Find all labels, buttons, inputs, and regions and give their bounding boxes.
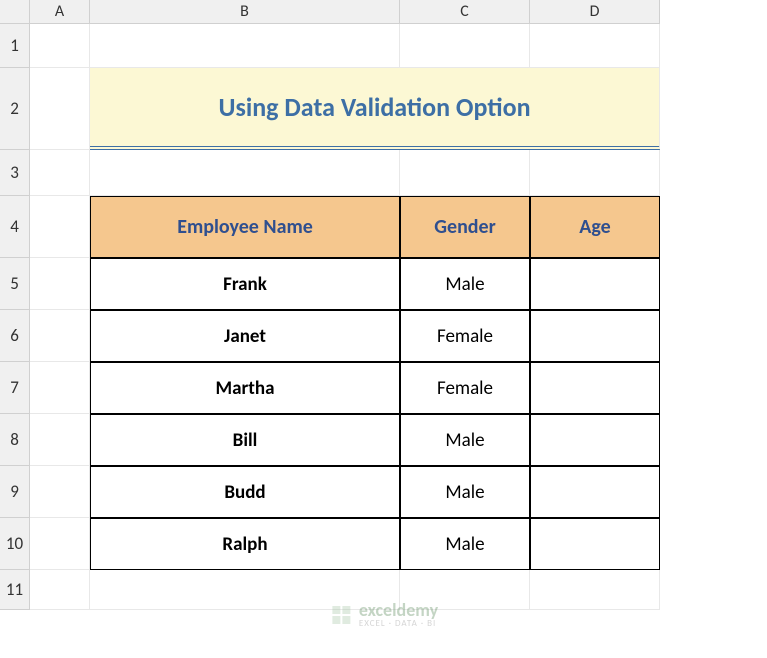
cell-a5[interactable] [30, 258, 90, 310]
row-header-6[interactable]: 6 [0, 310, 30, 362]
cell-d1[interactable] [530, 24, 660, 68]
cell-name-0[interactable]: Frank [90, 258, 400, 310]
cell-a8[interactable] [30, 414, 90, 466]
cell-name-2[interactable]: Martha [90, 362, 400, 414]
row-header-3[interactable]: 3 [0, 150, 30, 196]
cell-name-1[interactable]: Janet [90, 310, 400, 362]
cell-c1[interactable] [400, 24, 530, 68]
cell-age-2[interactable] [530, 362, 660, 414]
row-header-7[interactable]: 7 [0, 362, 30, 414]
cell-a9[interactable] [30, 466, 90, 518]
cell-name-3[interactable]: Bill [90, 414, 400, 466]
header-gender[interactable]: Gender [400, 196, 530, 258]
cell-gender-4[interactable]: Male [400, 466, 530, 518]
row-header-4[interactable]: 4 [0, 196, 30, 258]
cell-a10[interactable] [30, 518, 90, 570]
cell-gender-2[interactable]: Female [400, 362, 530, 414]
cell-d11[interactable] [530, 570, 660, 610]
cell-a11[interactable] [30, 570, 90, 610]
cell-age-4[interactable] [530, 466, 660, 518]
cell-gender-1[interactable]: Female [400, 310, 530, 362]
cell-d3[interactable] [530, 150, 660, 196]
cell-gender-0[interactable]: Male [400, 258, 530, 310]
col-header-d[interactable]: D [530, 0, 660, 24]
header-age[interactable]: Age [530, 196, 660, 258]
cell-age-5[interactable] [530, 518, 660, 570]
row-header-1[interactable]: 1 [0, 24, 30, 68]
cell-a2[interactable] [30, 68, 90, 150]
cell-a7[interactable] [30, 362, 90, 414]
row-header-10[interactable]: 10 [0, 518, 30, 570]
row-header-5[interactable]: 5 [0, 258, 30, 310]
cell-age-3[interactable] [530, 414, 660, 466]
cell-b3[interactable] [90, 150, 400, 196]
cell-age-1[interactable] [530, 310, 660, 362]
row-header-11[interactable]: 11 [0, 570, 30, 610]
select-all-corner[interactable] [0, 0, 30, 24]
col-header-b[interactable]: B [90, 0, 400, 24]
cell-gender-5[interactable]: Male [400, 518, 530, 570]
cell-c3[interactable] [400, 150, 530, 196]
row-header-9[interactable]: 9 [0, 466, 30, 518]
cell-gender-3[interactable]: Male [400, 414, 530, 466]
title-cell[interactable]: Using Data Validation Option [90, 68, 660, 150]
watermark: exceldemy EXCEL · DATA · BI [329, 601, 438, 628]
cell-name-4[interactable]: Budd [90, 466, 400, 518]
watermark-brand: exceldemy [359, 601, 438, 619]
cell-a4[interactable] [30, 196, 90, 258]
cell-b1[interactable] [90, 24, 400, 68]
watermark-tagline: EXCEL · DATA · BI [359, 619, 438, 628]
cell-a1[interactable] [30, 24, 90, 68]
col-header-c[interactable]: C [400, 0, 530, 24]
col-header-a[interactable]: A [30, 0, 90, 24]
cell-a3[interactable] [30, 150, 90, 196]
spreadsheet-grid: A B C D 1 2 Using Data Validation Option… [0, 0, 767, 610]
cell-a6[interactable] [30, 310, 90, 362]
header-employee-name[interactable]: Employee Name [90, 196, 400, 258]
watermark-icon [329, 603, 353, 627]
row-header-2[interactable]: 2 [0, 68, 30, 150]
row-header-8[interactable]: 8 [0, 414, 30, 466]
cell-name-5[interactable]: Ralph [90, 518, 400, 570]
cell-age-0[interactable] [530, 258, 660, 310]
